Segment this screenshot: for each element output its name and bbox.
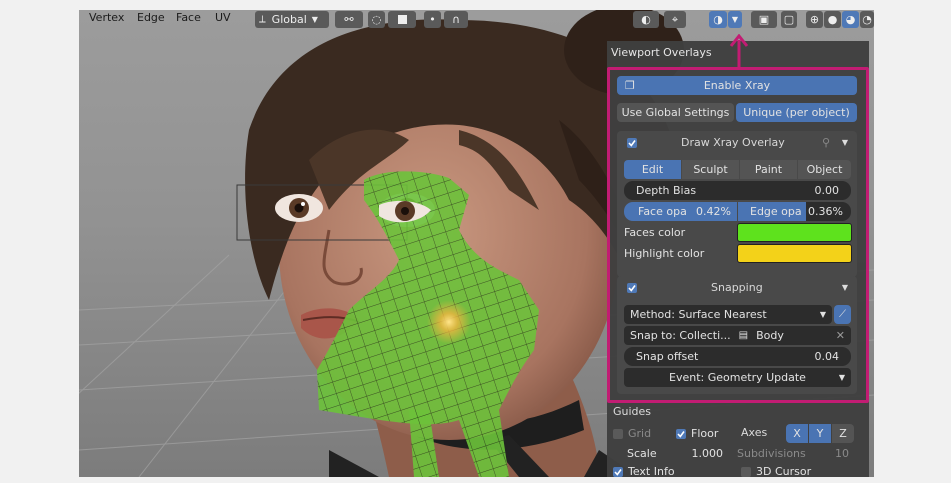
solid-shading-button[interactable]: ● — [824, 11, 841, 28]
panel-title: Viewport Overlays — [611, 46, 712, 59]
frame-icon: ▢ — [783, 13, 795, 26]
floor-toggle[interactable]: Floor — [676, 424, 746, 443]
solid-sphere-icon: ● — [827, 13, 838, 26]
orientation-label: Global — [271, 13, 307, 26]
visibility-icon: ⌖ — [671, 12, 679, 26]
falloff-button[interactable]: ∩ — [444, 11, 468, 28]
magnet-icon: ◌ — [371, 13, 382, 26]
scale-label: Scale — [627, 447, 657, 460]
menu-face[interactable]: Face — [176, 11, 201, 24]
gizmo-button[interactable]: ◐ — [633, 11, 659, 28]
guides-title: Guides — [613, 405, 652, 418]
wireframe-icon: ⊕ — [809, 13, 820, 26]
toggle-button[interactable]: ▢ — [781, 11, 797, 28]
highlight-border — [607, 67, 869, 403]
menu-vertex[interactable]: Vertex — [89, 11, 124, 24]
text-info-checkbox[interactable] — [613, 466, 623, 477]
axes-label: Axes — [741, 426, 768, 439]
material-sphere-icon: ◕ — [845, 13, 856, 26]
material-shading-button[interactable]: ◕ — [842, 11, 859, 28]
cursor-3d-label: 3D Cursor — [756, 465, 812, 477]
grid-label: Grid — [628, 427, 652, 440]
transform-orientation-dropdown[interactable]: ⟂ Global ▼ — [255, 11, 329, 28]
scale-field[interactable]: Scale 1.000 — [627, 444, 723, 463]
scale-value: 1.000 — [691, 447, 724, 460]
axis-x-toggle[interactable]: X — [786, 424, 808, 443]
grid-checkbox[interactable] — [613, 428, 623, 439]
overlays-dropdown-button[interactable]: ▼ — [728, 11, 742, 28]
pivot-point-button[interactable]: ⚯ — [335, 11, 363, 28]
axis-z-toggle[interactable]: Z — [832, 424, 854, 443]
snap-target-button[interactable] — [388, 11, 416, 28]
xray-button[interactable]: ▣ — [751, 11, 777, 28]
grid-toggle[interactable]: Grid — [613, 424, 683, 443]
header-toolbar: Vertex Edge Face UV ⟂ Global ▼ ⚯ ◌ • ∩ ◐… — [79, 10, 874, 30]
subdivisions-label: Subdivisions — [737, 447, 806, 460]
text-info-label: Text Info — [628, 465, 675, 477]
square-icon — [397, 15, 407, 24]
proportional-edit-button[interactable]: • — [424, 11, 441, 28]
subdivisions-field[interactable]: Subdivisions 10 — [737, 444, 849, 463]
overlays-icon: ◑ — [713, 13, 723, 26]
pivot-icon: ⚯ — [344, 13, 354, 26]
cursor-3d-toggle[interactable]: 3D Cursor — [741, 462, 831, 477]
render-sphere-icon: ◔ — [862, 13, 872, 26]
text-info-toggle[interactable]: Text Info — [613, 462, 703, 477]
chevron-down-icon: ▼ — [731, 15, 739, 24]
wireframe-shading-button[interactable]: ⊕ — [806, 11, 823, 28]
arrow-up-icon — [729, 34, 749, 68]
overlays-toggle-button[interactable]: ◑ — [709, 11, 727, 28]
xray-icon: ▣ — [758, 13, 770, 26]
snap-toggle-button[interactable]: ◌ — [368, 11, 385, 28]
visibility-button[interactable]: ⌖ — [664, 11, 686, 28]
cursor-3d-checkbox[interactable] — [741, 466, 751, 477]
floor-label: Floor — [691, 427, 719, 440]
chevron-down-icon: ▼ — [311, 15, 318, 24]
gizmo-icon: ◐ — [641, 13, 651, 26]
orientation-icon: ⟂ — [259, 14, 266, 25]
falloff-curve-icon: ∩ — [451, 13, 461, 26]
dot-icon: • — [429, 13, 436, 26]
menu-uv[interactable]: UV — [215, 11, 231, 24]
rendered-shading-button[interactable]: ◔ — [860, 11, 874, 28]
menu-edge[interactable]: Edge — [137, 11, 165, 24]
subdivisions-value: 10 — [835, 447, 849, 460]
floor-checkbox[interactable] — [676, 428, 686, 439]
viewport[interactable]: Vertex Edge Face UV ⟂ Global ▼ ⚯ ◌ • ∩ ◐… — [79, 10, 874, 477]
axis-y-toggle[interactable]: Y — [809, 424, 831, 443]
